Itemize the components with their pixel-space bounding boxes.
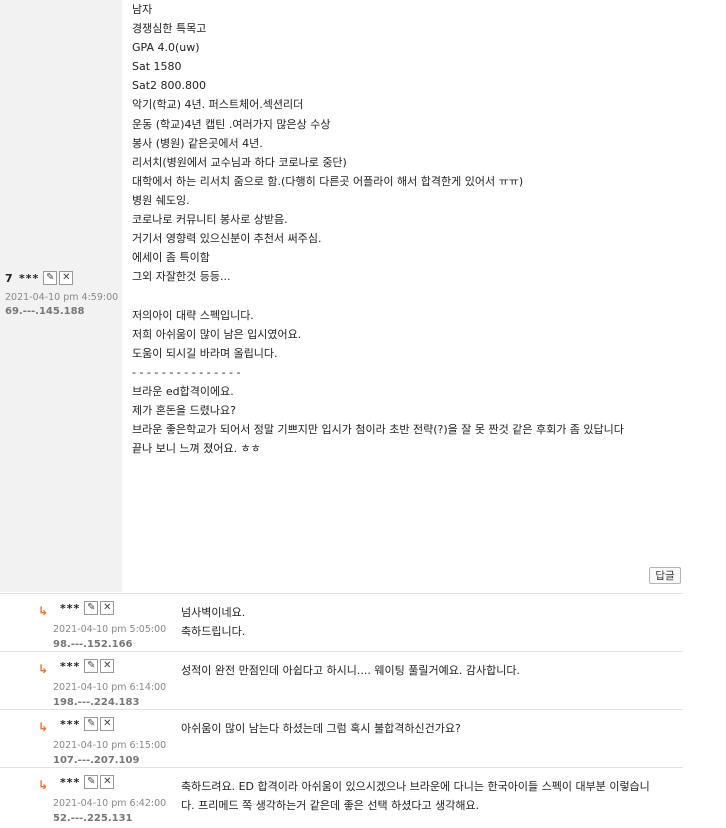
post-line: GPA 4.0(uw) — [132, 41, 200, 55]
post-line: 운동 (학교)4년 캡틴 .여러가지 많은상 수상 — [132, 117, 331, 131]
post-content: 남자경쟁심한 특목고 GPA 4.0(uw) Sat 1580 Sat2 800.80… — [132, 0, 677, 458]
post-line: 에세이 좀 특이함 — [132, 251, 210, 265]
post-line: - - - - - - - - - - - - - - - — [132, 365, 241, 379]
post-header: 7 *** ✎ ✕ — [5, 270, 120, 286]
close-icon[interactable]: ✕ — [100, 659, 115, 673]
main-post: 7 *** ✎ ✕ 2021-04-10 pm 4:59:00 69.---.1… — [0, 0, 683, 592]
close-icon[interactable]: ✕ — [100, 601, 115, 615]
comment-item: ↳ *** ✎ ✕ 2021-04-10 pm 6:42:00 52.---.225.13… — [0, 767, 683, 825]
post-body: 남자경쟁심한 특목고 GPA 4.0(uw) Sat 1580 Sat2 800.80… — [122, 0, 683, 592]
post-line: 도움이 되시길 바라며 올립니다. — [132, 346, 278, 360]
post-line: 남자 — [132, 3, 153, 16]
post-line: 끝나 보니 느껴 졌어요. ㅎㅎ — [132, 442, 261, 456]
post-line: 거기서 영향력 있으신분이 추천서 써주심. — [132, 232, 322, 246]
post-line: Sat2 800.800 — [132, 79, 207, 93]
comment-line: 넘사벽이네요. — [181, 606, 246, 619]
post-line: 브라운 좋은학교가 되어서 정말 기쁘지만 입시가 첨이라 초반 전략(?)을 … — [132, 423, 624, 437]
comment-author: *** — [60, 659, 81, 673]
post-line: 저의아이 대략 스펙입니다. — [132, 308, 254, 322]
comment-ip: 98.---.152.166 — [53, 639, 133, 650]
post-author: *** — [19, 271, 40, 285]
post-line: 브라운 ed합격이에요. — [132, 384, 234, 398]
comment-date: 2021-04-10 pm 6:14:00 — [53, 682, 167, 693]
comment-item: ↳ *** ✎ ✕ 2021-04-10 pm 6:14:00 198.---.224.1… — [0, 651, 683, 709]
comment-ip: 198.---.224.183 — [53, 697, 140, 708]
comment-date: 2021-04-10 pm 6:42:00 — [53, 798, 167, 809]
post-line: 리서치(병원에서 교수님과 하다 코로나로 중단) — [132, 155, 347, 169]
comment-date: 2021-04-10 pm 6:15:00 — [53, 740, 167, 751]
close-icon[interactable]: ✕ — [59, 271, 74, 285]
reply-button[interactable]: 답글 — [649, 567, 681, 584]
comment-text: 성적이 완전 만점인데 아쉽다고 하시니.... 웨이팅 풀릴거예요. 감사합니… — [181, 661, 681, 680]
edit-icon[interactable]: ✎ — [84, 775, 99, 789]
post-line: 악기(학교) 4년. 퍼스트체어.섹션리더 — [132, 98, 304, 112]
comment-header: *** ✎ ✕ — [60, 659, 116, 673]
close-icon[interactable]: ✕ — [100, 717, 115, 731]
comment-line: 성적이 완전 만점인데 아쉽다고 하시니.... 웨이팅 풀릴거예요. 감사합니… — [181, 664, 520, 677]
comment-line: 다. 프리메드 쪽 생각하는거 같은데 좋은 선택 하셨다고 생각해요. — [181, 799, 480, 812]
comment-author: *** — [60, 717, 81, 731]
reply-arrow-icon: ↳ — [38, 662, 49, 676]
post-line — [132, 286, 677, 305]
reply-arrow-icon: ↳ — [38, 720, 49, 734]
post-line: 그외 자잘한것 등등... — [132, 270, 231, 284]
comment-line: 축하드려요. ED 합격이라 아쉬움이 있으시겠으나 브라운에 다니는 한국아이… — [181, 780, 650, 793]
comment-item: ↳ *** ✎ ✕ 2021-04-10 pm 5:05:00 98.---.152.16… — [0, 593, 683, 651]
close-icon[interactable]: ✕ — [100, 775, 115, 789]
post-line: 병원 쉐도잉. — [132, 193, 190, 207]
edit-icon[interactable]: ✎ — [84, 717, 99, 731]
comment-date: 2021-04-10 pm 5:05:00 — [53, 624, 167, 635]
post-line: 경쟁심한 특목고 — [132, 22, 207, 36]
comment-item: ↳ *** ✎ ✕ 2021-04-10 pm 6:15:00 107.---.207.1… — [0, 709, 683, 767]
comment-line: 아쉬움이 많이 남는다 하셨는데 그럼 혹시 불합격하신건가요? — [181, 722, 461, 735]
comment-ip: 107.---.207.109 — [53, 755, 140, 766]
post-date: 2021-04-10 pm 4:59:00 — [5, 292, 119, 303]
comment-text: 아쉬움이 많이 남는다 하셨는데 그럼 혹시 불합격하신건가요? — [181, 719, 681, 738]
comment-author: *** — [60, 775, 81, 789]
reply-arrow-icon: ↳ — [38, 604, 49, 618]
post-line: Sat 1580 — [132, 60, 182, 74]
comment-header: *** ✎ ✕ — [60, 717, 116, 731]
post-ip: 69.---.145.188 — [5, 306, 85, 317]
post-line: 봉사 (병원) 같은곳에서 4년. — [132, 136, 263, 150]
post-number: 7 — [5, 271, 13, 285]
comment-header: *** ✎ ✕ — [60, 601, 116, 615]
edit-icon[interactable]: ✎ — [43, 271, 58, 285]
edit-icon[interactable]: ✎ — [84, 659, 99, 673]
comment-text: 축하드려요. ED 합격이라 아쉬움이 있으시겠으나 브라운에 다니는 한국아이… — [181, 777, 681, 815]
comment-author: *** — [60, 601, 81, 615]
post-line: 코로나로 커뮤니티 봉사로 상받음. — [132, 213, 288, 227]
comment-text: 넘사벽이네요. 축하드립니다. — [181, 603, 681, 641]
post-meta-info: 7 *** ✎ ✕ 2021-04-10 pm 4:59:00 69.---.1… — [5, 270, 120, 317]
comment-line: 축하드립니다. — [181, 625, 246, 638]
reply-arrow-icon: ↳ — [38, 778, 49, 792]
post-line: 제가 혼돈을 드렸나요? — [132, 403, 236, 417]
comment-ip: 52.---.225.131 — [53, 813, 133, 824]
post-line: 저희 아쉬움이 많이 남은 입시였어요. — [132, 327, 302, 341]
edit-icon[interactable]: ✎ — [84, 601, 99, 615]
post-meta-column: 7 *** ✎ ✕ 2021-04-10 pm 4:59:00 69.---.1… — [0, 0, 122, 592]
comment-header: *** ✎ ✕ — [60, 775, 116, 789]
post-line: 대학에서 하는 리서치 줌으로 함.(다행히 다른곳 어플라이 해서 합격한게 … — [132, 174, 524, 188]
